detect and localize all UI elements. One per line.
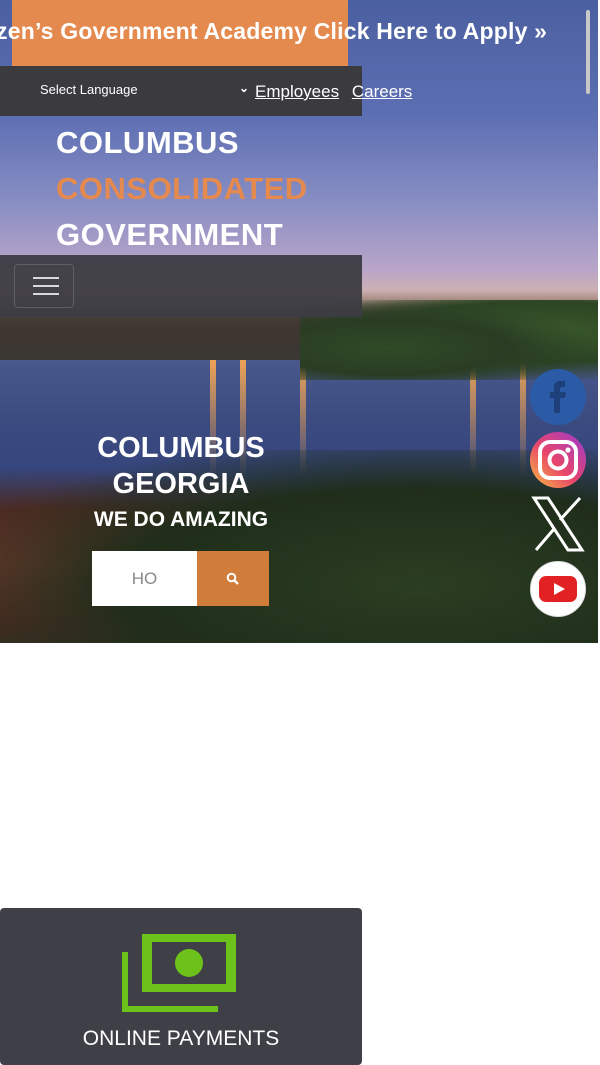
instagram-icon[interactable]	[530, 432, 586, 488]
banner-text[interactable]: zen’s Government Academy Click Here to A…	[0, 18, 547, 45]
utility-links: Employees Careers	[255, 82, 420, 102]
facebook-icon[interactable]	[530, 369, 586, 425]
search-input[interactable]	[92, 551, 197, 606]
online-payments-label: ONLINE PAYMENTS	[82, 1027, 280, 1050]
brand-line-2: CONSOLIDATED	[56, 171, 308, 206]
site-logo-text[interactable]: COLUMBUS CONSOLIDATED GOVERNMENT	[56, 120, 308, 258]
hero-subtitle: WE DO AMAZING	[93, 508, 269, 531]
select-language[interactable]: Select Language	[40, 82, 138, 97]
hero-title-2: GEORGIA	[112, 468, 250, 500]
search-icon	[226, 572, 239, 585]
scrollbar[interactable]	[586, 10, 590, 94]
hero-tagline: COLUMBUS GEORGIA WE DO AMAZING	[0, 430, 362, 532]
chevron-down-icon[interactable]: ⌄	[239, 81, 249, 95]
x-icon[interactable]	[530, 496, 586, 552]
hero-title-1: COLUMBUS	[97, 432, 265, 464]
hamburger-menu-icon[interactable]	[14, 264, 74, 308]
brand-line-1: COLUMBUS	[56, 125, 240, 160]
announcement-banner[interactable]: zen’s Government Academy Click Here to A…	[0, 0, 600, 66]
employees-link[interactable]: Employees	[255, 82, 339, 101]
money-icon	[122, 934, 236, 1012]
brand-line-3: GOVERNMENT	[56, 217, 284, 252]
careers-link[interactable]: Careers	[352, 82, 412, 101]
search-button[interactable]	[197, 551, 269, 606]
youtube-icon[interactable]	[530, 561, 586, 617]
